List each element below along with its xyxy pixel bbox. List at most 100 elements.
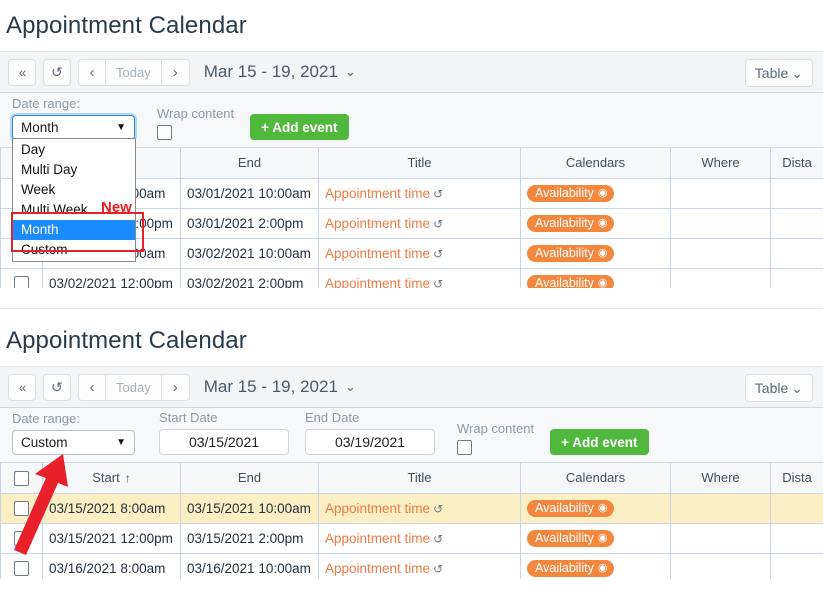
wrap-content-checkbox[interactable]	[157, 125, 172, 140]
event-title-link[interactable]: Appointment time	[325, 246, 430, 261]
eye-icon[interactable]: ◉	[598, 561, 608, 574]
cell-title[interactable]: Appointment time ↺	[318, 522, 521, 554]
calendar-badge[interactable]: Availability ◉	[527, 214, 615, 232]
eye-icon[interactable]: ◉	[598, 276, 608, 288]
dropdown-option-week[interactable]: Week	[13, 180, 135, 200]
column-header-title[interactable]: Title	[318, 463, 521, 494]
table-row[interactable]: 03/02/2021 12:00pm 03/02/2021 2:00pm Appoi…	[0, 267, 823, 289]
cell-distance	[770, 522, 823, 554]
calendar-badge-label: Availability	[535, 185, 594, 200]
calendar-badge[interactable]: Availability ◉	[527, 559, 615, 577]
refresh-button[interactable]: ↻	[43, 373, 71, 401]
column-header-distance[interactable]: Dista	[770, 463, 823, 494]
column-header-end[interactable]: End	[180, 148, 319, 179]
column-header-where[interactable]: Where	[670, 463, 771, 494]
cell-where	[670, 177, 771, 209]
date-range-select-top[interactable]: Month ▼	[12, 115, 135, 140]
event-title-link[interactable]: Appointment time	[325, 501, 430, 516]
previous-button[interactable]: ‹	[78, 373, 106, 401]
row-select-checkbox[interactable]	[14, 560, 29, 576]
add-event-button[interactable]: + Add event	[550, 429, 649, 455]
view-selector-top[interactable]: Table ⌄	[744, 59, 813, 87]
cell-calendars: Availability ◉	[520, 522, 671, 554]
next-button[interactable]: ›	[161, 373, 190, 401]
event-title-link[interactable]: Appointment time	[325, 186, 430, 201]
today-button[interactable]: Today	[106, 373, 162, 401]
cell-distance	[770, 207, 823, 239]
date-range-select-value: Custom	[21, 435, 68, 450]
dropdown-option-custom[interactable]: Custom	[13, 240, 135, 260]
chevron-down-icon: ⌄	[344, 64, 356, 79]
dropdown-option-day[interactable]: Day	[13, 140, 135, 160]
date-range-dropdown-menu[interactable]: Day Multi Day Week Multi Week Month Cust…	[11, 138, 144, 262]
cell-end: 03/16/2021 10:00am	[180, 552, 319, 579]
cell-end: 03/15/2021 2:00pm	[180, 522, 319, 554]
calendar-badge[interactable]: Availability ◉	[527, 499, 615, 517]
view-selector-bottom[interactable]: Table ⌄	[744, 374, 813, 402]
dropdown-option-month[interactable]: Month	[13, 220, 135, 240]
chevron-left-icon: ‹	[89, 63, 95, 81]
cell-title[interactable]: Appointment time ↺	[318, 267, 521, 289]
cell-title[interactable]: Appointment time ↺	[318, 492, 521, 524]
table-row[interactable]: 03/16/2021 8:00am 03/16/2021 10:00am Appoi…	[0, 552, 823, 579]
today-button[interactable]: Today	[106, 58, 162, 86]
column-header-calendars[interactable]: Calendars	[520, 148, 671, 179]
column-header-distance[interactable]: Dista	[770, 148, 823, 179]
eye-icon[interactable]: ◉	[598, 531, 608, 544]
add-event-button[interactable]: + Add event	[250, 114, 349, 140]
table-body-bottom: 03/15/2021 8:00am 03/15/2021 10:00am Appoi…	[0, 492, 823, 579]
next-button[interactable]: ›	[161, 58, 190, 86]
date-range-display-bottom[interactable]: Mar 15 - 19, 2021 ⌄	[204, 377, 356, 397]
date-range-text: Mar 15 - 19, 2021	[203, 62, 338, 81]
eye-icon[interactable]: ◉	[598, 501, 608, 514]
calendar-badge[interactable]: Availability ◉	[527, 184, 615, 202]
table-row[interactable]: 03/15/2021 8:00am 03/15/2021 10:00am Appoi…	[0, 492, 823, 524]
calendar-badge[interactable]: Availability ◉	[527, 529, 615, 547]
eye-icon[interactable]: ◉	[598, 246, 608, 259]
start-date-input[interactable]: 03/15/2021	[159, 429, 289, 455]
refresh-button[interactable]: ↻	[43, 58, 71, 86]
cell-calendars: Availability ◉	[520, 492, 671, 524]
first-page-button[interactable]: «	[8, 58, 36, 86]
cell-title[interactable]: Appointment time ↺	[318, 177, 521, 209]
cell-title[interactable]: Appointment time ↺	[318, 207, 521, 239]
first-page-button[interactable]: «	[8, 373, 36, 401]
annotation-arrow-pointing-to-date-range	[14, 454, 68, 555]
wrap-content-field-top: Wrap content	[157, 106, 234, 140]
cell-end: 03/01/2021 2:00pm	[180, 207, 319, 239]
cell-end: 03/02/2021 2:00pm	[180, 267, 319, 288]
view-selector-label: Table	[754, 380, 789, 396]
panel-divider	[0, 308, 823, 309]
recurring-event-icon: ↺	[433, 276, 444, 289]
event-title-link[interactable]: Appointment time	[325, 531, 430, 546]
refresh-icon: ↻	[51, 378, 63, 395]
previous-button[interactable]: ‹	[78, 58, 106, 86]
cell-title[interactable]: Appointment time ↺	[318, 552, 521, 579]
calendar-badge[interactable]: Availability ◉	[527, 244, 615, 262]
recurring-event-icon: ↺	[433, 501, 444, 516]
row-select-checkbox[interactable]	[14, 275, 29, 288]
cell-title[interactable]: Appointment time ↺	[318, 237, 521, 269]
column-header-calendars[interactable]: Calendars	[520, 463, 671, 494]
event-title-link[interactable]: Appointment time	[325, 276, 430, 289]
event-title-link[interactable]: Appointment time	[325, 561, 430, 576]
table-row[interactable]: 03/15/2021 12:00pm 03/15/2021 2:00pm Appoi…	[0, 522, 823, 554]
date-range-display-top[interactable]: Mar 15 - 19, 2021 ⌄	[204, 62, 356, 82]
event-title-link[interactable]: Appointment time	[325, 216, 430, 231]
today-label: Today	[116, 64, 151, 80]
eye-icon[interactable]: ◉	[598, 186, 608, 199]
column-header-where[interactable]: Where	[670, 148, 771, 179]
cell-calendars: Availability ◉	[520, 552, 671, 579]
dropdown-option-multi-day[interactable]: Multi Day	[13, 160, 135, 180]
column-header-title[interactable]: Title	[318, 148, 521, 179]
cell-start: 03/02/2021 12:00pm	[42, 267, 181, 288]
cell-distance	[770, 177, 823, 209]
start-date-label: Start Date	[159, 410, 218, 425]
column-header-end[interactable]: End	[180, 463, 319, 494]
wrap-content-checkbox[interactable]	[457, 440, 472, 455]
end-date-input[interactable]: 03/19/2021	[305, 429, 435, 455]
calendar-badge[interactable]: Availability ◉	[527, 274, 615, 288]
cell-calendars: Availability ◉	[520, 207, 671, 239]
view-selector-label: Table	[754, 65, 789, 81]
eye-icon[interactable]: ◉	[598, 216, 608, 229]
